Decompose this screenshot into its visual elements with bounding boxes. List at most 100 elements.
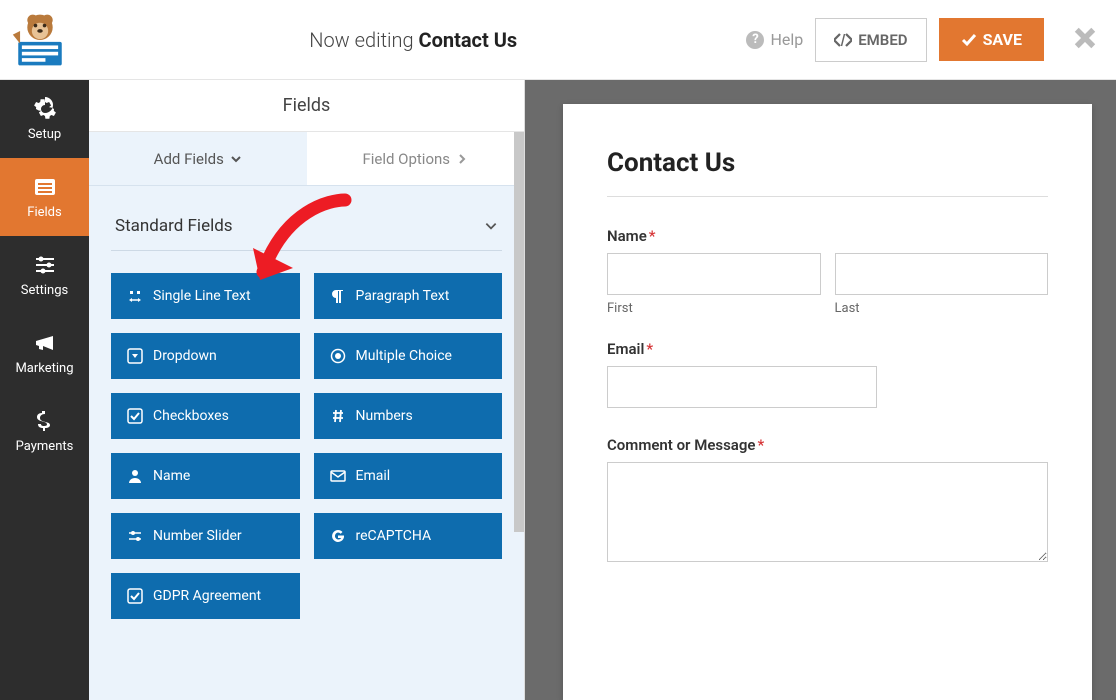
- tab-label: Add Fields: [154, 150, 224, 168]
- last-name-input[interactable]: [835, 253, 1049, 295]
- envelope-icon: [330, 468, 346, 484]
- field-numbers[interactable]: Numbers: [314, 393, 503, 439]
- last-name-col: Last: [835, 253, 1049, 316]
- field-label: Single Line Text: [153, 288, 251, 304]
- side-nav: Setup Fields Settings Marketing Payments: [0, 80, 89, 700]
- sidenav-label: Marketing: [15, 361, 73, 376]
- save-button[interactable]: SAVE: [939, 18, 1044, 61]
- help-icon: ?: [746, 31, 764, 49]
- embed-label: EMBED: [858, 31, 907, 49]
- field-label: Checkboxes: [153, 408, 229, 424]
- sidenav-item-marketing[interactable]: Marketing: [0, 314, 89, 392]
- editing-prefix: Now editing: [309, 28, 418, 52]
- field-label: Number Slider: [153, 528, 242, 544]
- sliders-icon: [33, 253, 57, 277]
- field-label: reCAPTCHA: [356, 528, 432, 544]
- sidenav-label: Fields: [27, 205, 61, 220]
- email-input[interactable]: [607, 366, 877, 408]
- field-label: Name: [153, 468, 190, 484]
- sidenav-label: Payments: [16, 439, 74, 454]
- save-label: SAVE: [983, 30, 1022, 49]
- dollar-icon: [33, 409, 57, 433]
- gear-icon: [33, 97, 57, 121]
- topbar-actions: ? Help EMBED SAVE: [746, 18, 1096, 62]
- field-number-slider[interactable]: Number Slider: [111, 513, 300, 559]
- help-link[interactable]: ? Help: [746, 30, 803, 49]
- field-label: Dropdown: [153, 348, 217, 364]
- check-icon: [961, 32, 977, 48]
- comment-textarea[interactable]: [607, 462, 1048, 562]
- comment-label: Comment or Message*: [607, 436, 1048, 454]
- comment-row: Comment or Message*: [607, 436, 1048, 566]
- embed-button[interactable]: EMBED: [815, 18, 926, 62]
- bullhorn-icon: [33, 331, 57, 355]
- close-icon: [1074, 27, 1096, 49]
- first-name-col: First: [607, 253, 821, 316]
- form-name: Contact Us: [419, 28, 518, 52]
- field-label: Numbers: [356, 408, 413, 424]
- chevron-right-icon: [456, 153, 468, 165]
- field-label: Email: [356, 468, 391, 484]
- last-sublabel: Last: [835, 301, 1049, 316]
- group-standard-fields[interactable]: Standard Fields: [111, 208, 502, 251]
- first-name-input[interactable]: [607, 253, 821, 295]
- field-multiple-choice[interactable]: Multiple Choice: [314, 333, 503, 379]
- sidenav-label: Settings: [21, 283, 68, 298]
- main-body: Setup Fields Settings Marketing Payments…: [0, 80, 1116, 700]
- top-bar: Now editing Contact Us ? Help EMBED SAVE: [0, 0, 1116, 80]
- name-label: Name*: [607, 227, 1048, 245]
- group-title: Standard Fields: [115, 216, 233, 236]
- app-logo: [0, 0, 80, 80]
- tab-add-fields[interactable]: Add Fields: [89, 132, 307, 186]
- sidenav-item-settings[interactable]: Settings: [0, 236, 89, 314]
- user-icon: [127, 468, 143, 484]
- close-button[interactable]: [1074, 27, 1096, 53]
- sidenav-item-payments[interactable]: Payments: [0, 392, 89, 470]
- required-asterisk: *: [646, 340, 653, 358]
- form-preview: Contact Us Name* First Last Email* Comme…: [525, 80, 1116, 700]
- field-single-line-text[interactable]: Single Line Text: [111, 273, 300, 319]
- code-icon: [834, 33, 852, 47]
- required-asterisk: *: [649, 227, 656, 245]
- fields-panel: Fields Add Fields Field Options Standard…: [89, 80, 525, 700]
- paragraph-icon: [330, 288, 346, 304]
- editing-title: Now editing Contact Us: [80, 28, 746, 52]
- form-divider: [607, 196, 1048, 197]
- sidenav-label: Setup: [28, 127, 61, 142]
- field-checkboxes[interactable]: Checkboxes: [111, 393, 300, 439]
- first-sublabel: First: [607, 301, 821, 316]
- check-square-icon: [127, 408, 143, 424]
- email-label: Email*: [607, 340, 1048, 358]
- form-title: Contact Us: [607, 148, 1048, 178]
- field-gdpr-agreement[interactable]: GDPR Agreement: [111, 573, 300, 619]
- panel-scroll: Standard Fields Single Line Text Paragra…: [89, 186, 524, 700]
- fields-grid: Single Line Text Paragraph Text Dropdown…: [111, 273, 502, 619]
- required-asterisk: *: [757, 436, 764, 454]
- field-label: Multiple Choice: [356, 348, 452, 364]
- field-dropdown[interactable]: Dropdown: [111, 333, 300, 379]
- sidenav-item-fields[interactable]: Fields: [0, 158, 89, 236]
- panel-tabs: Add Fields Field Options: [89, 132, 524, 186]
- field-label: GDPR Agreement: [153, 588, 261, 604]
- help-label: Help: [770, 30, 803, 49]
- panel-subheader: Fields: [89, 80, 524, 132]
- chevron-down-icon: [230, 153, 242, 165]
- tab-label: Field Options: [362, 150, 450, 168]
- tab-field-options[interactable]: Field Options: [307, 132, 525, 186]
- email-row: Email*: [607, 340, 1048, 408]
- name-row: First Last: [607, 253, 1048, 316]
- list-icon: [33, 175, 57, 199]
- sidenav-item-setup[interactable]: Setup: [0, 80, 89, 158]
- hashtag-icon: [330, 408, 346, 424]
- sliders-icon: [127, 528, 143, 544]
- check-square-icon: [127, 588, 143, 604]
- field-paragraph-text[interactable]: Paragraph Text: [314, 273, 503, 319]
- field-name[interactable]: Name: [111, 453, 300, 499]
- dot-circle-icon: [330, 348, 346, 364]
- field-recaptcha[interactable]: reCAPTCHA: [314, 513, 503, 559]
- caret-down-sq-icon: [127, 348, 143, 364]
- text-width-icon: [127, 288, 143, 304]
- form-card: Contact Us Name* First Last Email* Comme…: [563, 104, 1092, 700]
- field-email[interactable]: Email: [314, 453, 503, 499]
- field-label: Paragraph Text: [356, 288, 450, 304]
